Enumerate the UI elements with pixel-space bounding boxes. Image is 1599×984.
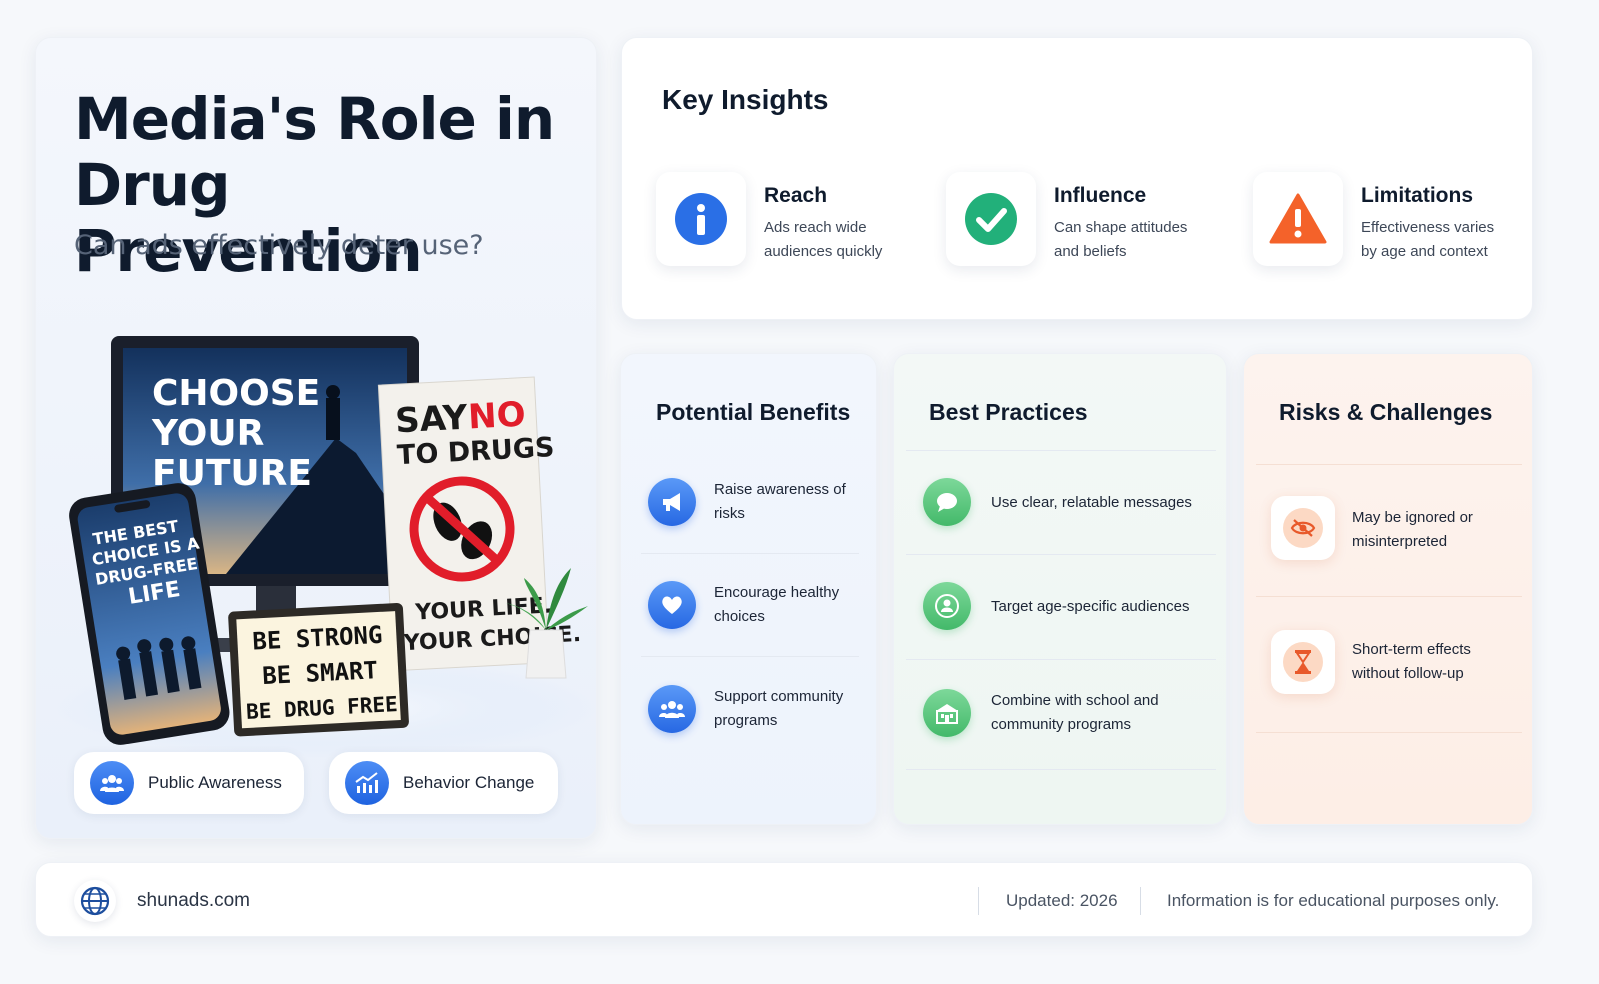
growth-chart-icon — [345, 761, 389, 805]
potential-benefits-title: Potential Benefits — [656, 399, 851, 425]
site-link[interactable]: shunads.com — [137, 890, 250, 912]
potential-benefits-panel: Potential Benefits Raise awareness of ri… — [620, 353, 877, 825]
hourglass-icon — [1271, 630, 1335, 694]
footer-bar: shunads.com Updated: 2026 Information is… — [35, 862, 1533, 937]
divider — [1256, 464, 1522, 465]
info-icon — [656, 172, 746, 266]
heart-icon — [648, 581, 696, 629]
key-insights-title: Key Insights — [662, 84, 829, 115]
behavior-change-pill: Behavior Change — [329, 752, 558, 814]
disclaimer-text: Information is for educational purposes … — [1167, 891, 1500, 910]
public-awareness-pill: Public Awareness — [74, 752, 304, 814]
divider — [978, 887, 979, 915]
divider — [1256, 732, 1522, 733]
benefit-label: Support community programs — [714, 688, 844, 729]
best-practices-title: Best Practices — [929, 399, 1088, 425]
target-person-icon — [923, 582, 971, 630]
divider — [641, 656, 859, 657]
practice-label: Use clear, relatable messages — [991, 494, 1192, 511]
risks-challenges-panel: Risks & Challenges May be ignored or mis… — [1243, 353, 1533, 825]
divider — [641, 553, 859, 554]
globe-icon — [74, 880, 116, 922]
divider — [1256, 596, 1522, 597]
behavior-change-label: Behavior Change — [403, 773, 535, 792]
insight-influence: Influence Can shape attitudes and belief… — [926, 144, 1216, 294]
insight-reach: Reach Ads reach wide audiences quickly — [636, 144, 910, 294]
divider — [906, 450, 1216, 451]
insight-reach-desc: Ads reach wide audiences quickly — [764, 219, 883, 260]
insight-limitations: Limitations Effectiveness varies by age … — [1233, 144, 1520, 294]
svg-text:YOUR: YOUR — [151, 413, 264, 454]
updated-text: Updated: 2026 — [1006, 891, 1118, 910]
eye-off-icon — [1271, 496, 1335, 560]
hero-panel: Media's Role in Drug Prevention Can ads … — [35, 37, 597, 839]
poster-no: NO — [467, 395, 526, 438]
risk-label: Short-term effects without follow-up — [1352, 641, 1471, 682]
best-practices-panel: Best Practices Use clear, relatable mess… — [893, 353, 1227, 825]
warning-icon — [1253, 172, 1343, 266]
public-awareness-label: Public Awareness — [148, 773, 282, 792]
divider — [906, 659, 1216, 660]
svg-text:CHOOSE: CHOOSE — [152, 373, 320, 414]
megaphone-icon — [648, 478, 696, 526]
check-icon — [946, 172, 1036, 266]
page-subtitle: Can ads effectively deter use? — [74, 230, 484, 261]
insight-reach-title: Reach — [764, 184, 828, 207]
practice-label: Combine with school and community progra… — [991, 692, 1159, 733]
school-icon — [923, 689, 971, 737]
benefit-label: Encourage healthy choices — [714, 584, 840, 625]
insight-influence-title: Influence — [1054, 184, 1147, 207]
divider — [906, 554, 1216, 555]
benefit-label: Raise awareness of risks — [714, 481, 846, 522]
divider — [906, 769, 1216, 770]
insight-limitations-desc: Effectiveness varies by age and context — [1361, 219, 1495, 260]
poster-say: SAY — [394, 398, 469, 442]
risk-label: May be ignored or misinterpreted — [1352, 509, 1473, 550]
people-icon — [90, 761, 134, 805]
divider — [1140, 887, 1141, 915]
key-insights-panel: Key Insights Reach Ads reach wide audien… — [621, 37, 1533, 320]
insight-influence-desc: Can shape attitudes and beliefs — [1054, 219, 1188, 260]
media-campaign-illustration: CHOOSE YOUR FUTURE SAY NO TO DRUGS YOUR … — [56, 336, 596, 758]
practice-label: Target age-specific audiences — [991, 598, 1190, 615]
chat-bubble-icon — [923, 478, 971, 526]
insight-limitations-title: Limitations — [1361, 184, 1474, 207]
community-icon — [648, 685, 696, 733]
risks-challenges-title: Risks & Challenges — [1279, 399, 1493, 425]
